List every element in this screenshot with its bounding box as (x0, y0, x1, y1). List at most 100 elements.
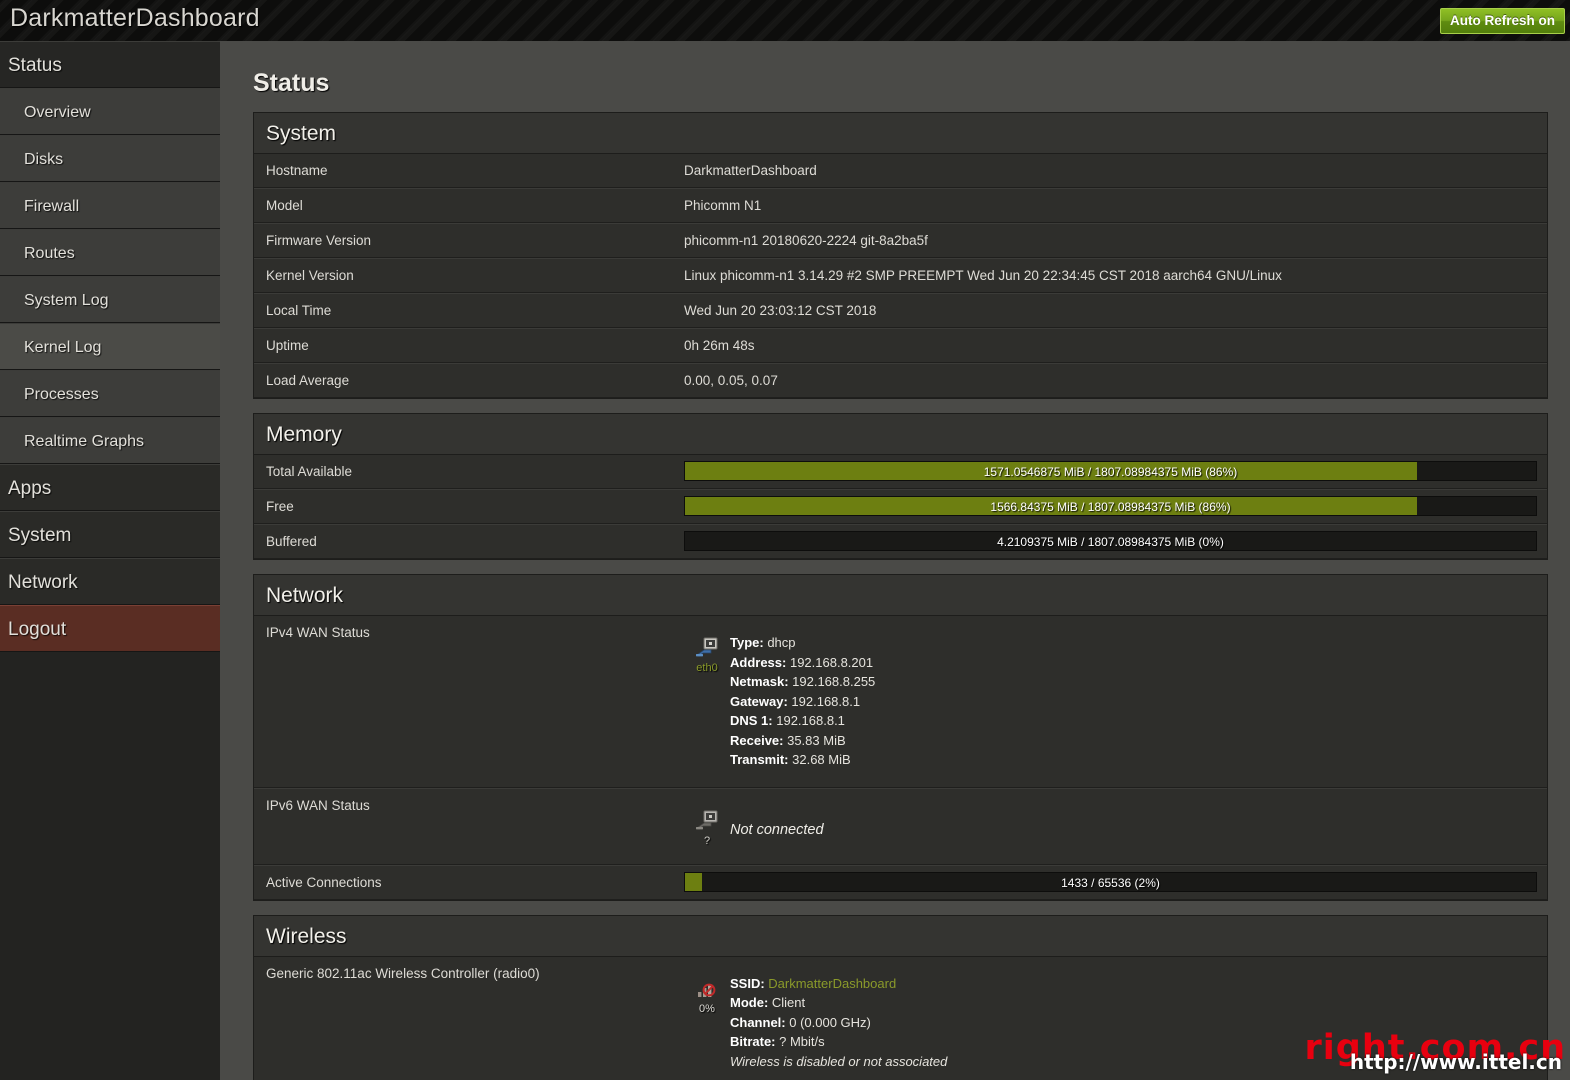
sidebar-item-label: Kernel Log (24, 339, 102, 356)
memory-buffered-label: Buffered (266, 534, 317, 549)
sidebar-item-firewall[interactable]: Firewall (0, 182, 220, 229)
ipv4-field-dns-1: DNS 1: 192.168.8.1 (730, 713, 845, 728)
ipv4-field-address: Address: 192.168.8.201 (730, 654, 874, 670)
sidebar-item-kernel-log[interactable]: Kernel Log (0, 323, 220, 370)
table-row: Total Available 1571.0546875 MiB / 1807.0… (254, 455, 1547, 489)
memory-free-label: Free (266, 499, 294, 514)
sidebar-item-apps[interactable]: Apps (0, 464, 220, 511)
system-load-average-label: Load Average (266, 373, 350, 388)
memory-rows: Total Available 1571.0546875 MiB / 1807.0… (254, 455, 1547, 559)
system-hostname-label: Hostname (266, 163, 328, 178)
ipv4-field-list: Type: dhcp Address: 192.168.8.201 Netmask:… (730, 633, 875, 770)
sidebar-item-label: Disks (24, 151, 64, 168)
ipv4-wan-status-value: eth0 Type: dhcp Address: 192.168.8.201 Netm… (684, 616, 1547, 787)
system-load-average-value: 0.00, 0.05, 0.07 (684, 373, 778, 388)
sidebar-item-label: Network (8, 572, 78, 593)
sidebar-item-label: System Log (24, 292, 109, 309)
system-firmware-version-value: phicomm-n1 20180620-2224 git-8a2ba5f (684, 233, 928, 248)
ipv4-interface-caption: eth0 (696, 662, 718, 674)
sidebar-item-realtime-graphs[interactable]: Realtime Graphs (0, 417, 220, 464)
network-rows: IPv4 WAN Status eth0 Type: dhcp Address: 19… (254, 616, 1547, 900)
sidebar-item-processes[interactable]: Processes (0, 370, 220, 417)
sidebar-item-system[interactable]: System (0, 511, 220, 558)
memory-buffered-progress-bar: 4.2109375 MiB / 1807.08984375 MiB (0%) (684, 531, 1537, 551)
sidebar-nav: Status Overview Disks Firewall Routes System … (0, 41, 220, 1080)
system-local-time-label: Local Time (266, 303, 332, 318)
sidebar-item-system-log[interactable]: System Log (0, 276, 220, 323)
ipv4-wan-status-label: IPv4 WAN Status (266, 625, 370, 640)
ethernet-icon-wrap: eth0 (684, 633, 730, 674)
active-connections-progress-bar: 1433 / 65536 (2%) (684, 871, 1537, 892)
sidebar-item-label: Logout (8, 619, 67, 640)
ipv6-interface-box: ? Not connected (684, 798, 1537, 855)
wireless-field-bitrate: Bitrate: ? Mbit/s (730, 1034, 825, 1049)
sidebar-item-overview[interactable]: Overview (0, 88, 220, 135)
system-rows: Hostname DarkmatterDashboard Model Phicomm … (254, 154, 1547, 398)
system-panel-heading: System (254, 113, 1547, 154)
table-row: Generic 802.11ac Wireless Controller (ra… (254, 957, 1547, 1080)
memory-total-available-bar-wrap: 1571.0546875 MiB / 1807.08984375 MiB (86… (684, 455, 1547, 488)
wireless-field-list: SSID: DarkmatterDashboard Mode: Client Cha… (730, 974, 947, 1072)
wireless-field-ssid: SSID: DarkmatterDashboard (730, 975, 897, 991)
sidebar-item-label: Status (8, 55, 62, 76)
table-row: IPv6 WAN Status? Not connected (254, 787, 1547, 865)
ipv6-interface-icon-wrap: ? (684, 806, 730, 847)
auto-refresh-toggle-button[interactable]: Auto Refresh on (1439, 8, 1565, 34)
page-title: Status (253, 69, 330, 97)
wireless-panel: Wireless Generic 802.11ac Wireless Contr… (253, 914, 1548, 1080)
sidebar-item-routes[interactable]: Routes (0, 229, 220, 276)
table-row: Firmware Version phicomm-n1 20180620-2224… (254, 223, 1547, 258)
table-row: Hostname DarkmatterDashboard (254, 154, 1547, 188)
system-hostname-value: DarkmatterDashboard (684, 163, 817, 178)
ipv4-field-receive: Receive: 35.83 MiB (730, 732, 846, 748)
table-row: Model Phicomm N1 (254, 188, 1547, 223)
memory-free-progress-text: 1566.84375 MiB / 1807.08984375 MiB (86%) (990, 500, 1231, 514)
memory-buffered-progress-text: 4.2109375 MiB / 1807.08984375 MiB (0%) (997, 535, 1224, 549)
ipv4-field-netmask: Netmask: 192.168.8.255 (730, 674, 876, 689)
wireless-radio-label: Generic 802.11ac Wireless Controller (ra… (266, 965, 540, 981)
sidebar-item-label: Realtime Graphs (24, 433, 145, 450)
sidebar-item-label: System (8, 525, 72, 546)
memory-panel-heading: Memory (254, 414, 1547, 455)
system-model-value: Phicomm N1 (684, 198, 762, 213)
system-model-label: Model (266, 198, 303, 213)
ipv4-field-transmit: Transmit: 32.68 MiB (730, 752, 851, 767)
ethernet-disconnected-icon (696, 810, 718, 829)
memory-total-available-progress-bar: 1571.0546875 MiB / 1807.08984375 MiB (86… (684, 461, 1537, 481)
memory-free-progress-bar: 1566.84375 MiB / 1807.08984375 MiB (86%) (684, 496, 1537, 516)
wireless-signal-icon-wrap: 0% (684, 974, 730, 1015)
sidebar-item-label: Firewall (24, 198, 80, 215)
ipv4-field-gateway: Gateway: 192.168.8.1 (730, 693, 861, 709)
system-kernel-version-value: Linux phicomm-n1 3.14.29 #2 SMP PREEMPT … (684, 268, 1282, 283)
wireless-field-channel: Channel: 0 (0.000 GHz) (730, 1014, 871, 1030)
table-row: Free 1566.84375 MiB / 1807.08984375 MiB (… (254, 489, 1547, 524)
network-panel: Network IPv4 WAN Status eth0 Type: dhcp Add… (253, 574, 1548, 901)
table-row: Kernel Version Linux phicomm-n1 3.14.29 #… (254, 258, 1547, 293)
sidebar-item-label: Routes (24, 245, 75, 262)
table-row: Buffered 4.2109375 MiB / 1807.08984375 Mi… (254, 524, 1547, 559)
active-connections-bar-wrap: 1433 / 65536 (2%) (684, 866, 1547, 899)
ipv6-status-text: Not connected (730, 821, 824, 838)
wireless-field-mode: Mode: Client (730, 995, 806, 1010)
wireless-signal-disabled-icon (698, 983, 716, 997)
sidebar-item-network[interactable]: Network (0, 558, 220, 605)
system-local-time-value: Wed Jun 20 23:03:12 CST 2018 (684, 303, 877, 318)
system-uptime-label: Uptime (266, 338, 309, 353)
sidebar-item-disks[interactable]: Disks (0, 135, 220, 182)
wireless-signal-caption: 0% (699, 1002, 715, 1015)
app-brand-title: DarkmatterDashboard (10, 4, 260, 32)
ipv4-field-type: Type: dhcp (730, 635, 796, 650)
ipv6-wan-status-label: IPv6 WAN Status (266, 797, 370, 813)
sidebar-item-logout[interactable]: Logout (0, 605, 220, 652)
table-row: Load Average 0.00, 0.05, 0.07 (254, 363, 1547, 398)
active-connections-progress-text: 1433 / 65536 (2%) (1061, 875, 1160, 890)
ipv4-interface-box: eth0 Type: dhcp Address: 192.168.8.201 Netm… (684, 625, 1537, 778)
ipv6-wan-status-value: ? Not connected (684, 789, 1547, 864)
sidebar-item-status[interactable]: Status (0, 41, 220, 88)
memory-free-bar-wrap: 1566.84375 MiB / 1807.08984375 MiB (86%) (684, 490, 1547, 523)
sidebar-item-label: Processes (24, 386, 99, 403)
wireless-interface-box: 0% SSID: DarkmatterDashboard Mode: Client C… (684, 966, 1537, 1080)
table-row: IPv4 WAN Status eth0 Type: dhcp Address: 19… (254, 616, 1547, 788)
main-content: Status System Hostname DarkmatterDashboar… (220, 41, 1570, 1080)
active-connections-label: Active Connections (266, 874, 382, 890)
